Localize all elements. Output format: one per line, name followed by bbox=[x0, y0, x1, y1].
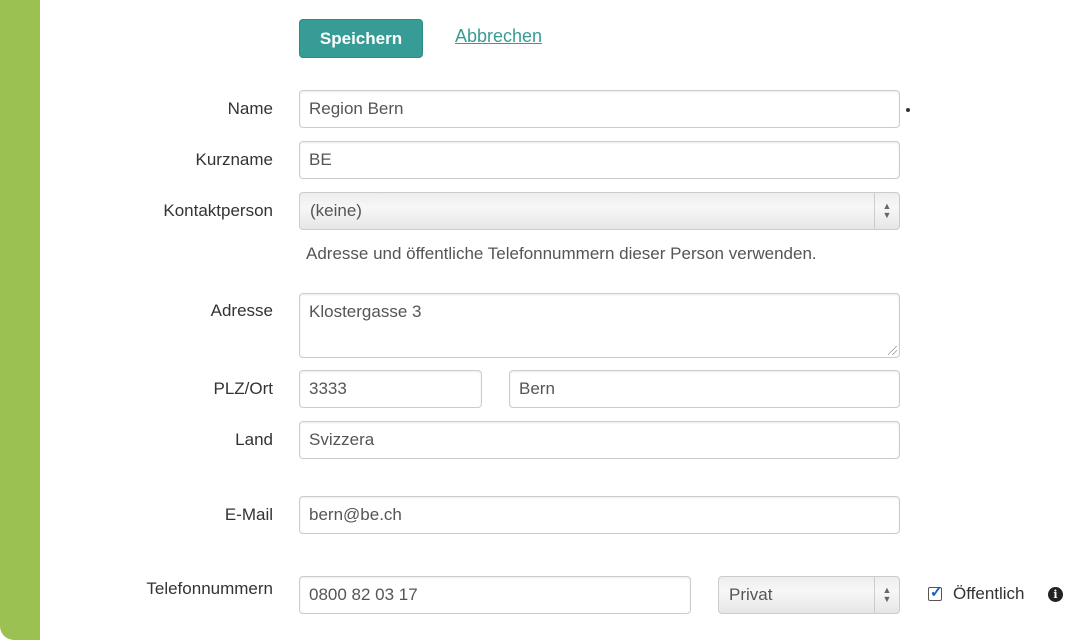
resize-grip-icon[interactable] bbox=[888, 346, 897, 355]
contact-label: Kontaktperson bbox=[163, 201, 273, 220]
phone-type-select[interactable]: Privat ▲ ▼ bbox=[718, 576, 900, 614]
checkmark-icon: ✓ bbox=[930, 584, 943, 601]
public-checkbox[interactable]: ✓ bbox=[928, 584, 943, 601]
cancel-link[interactable]: Abbrechen bbox=[455, 26, 542, 47]
country-input[interactable]: Svizzera bbox=[299, 421, 900, 459]
contact-select[interactable]: (keine) ▲ ▼ bbox=[299, 192, 900, 230]
phone-label: Telefonnummern bbox=[146, 579, 273, 598]
phone-type-value: Privat bbox=[729, 585, 773, 604]
address-textarea[interactable]: Klostergasse 3 bbox=[299, 293, 900, 358]
short-name-input[interactable]: BE bbox=[299, 141, 900, 179]
contact-select-value: (keine) bbox=[310, 201, 362, 220]
short-name-label: Kurzname bbox=[195, 150, 273, 169]
city-input[interactable]: Bern bbox=[509, 370, 900, 408]
country-label: Land bbox=[235, 430, 273, 449]
zip-input[interactable]: 3333 bbox=[299, 370, 482, 408]
address-label: Adresse bbox=[210, 301, 273, 320]
save-button[interactable]: Speichern bbox=[299, 19, 423, 58]
name-input[interactable]: Region Bern bbox=[299, 90, 900, 128]
address-value: Klostergasse 3 bbox=[309, 302, 422, 321]
up-down-arrows-icon: ▲ ▼ bbox=[874, 193, 899, 229]
form-panel: Speichern Abbrechen Name Region Bern Kur… bbox=[0, 0, 1080, 640]
phone-number-input[interactable]: 0800 82 03 17 bbox=[299, 576, 691, 614]
email-label: E-Mail bbox=[224, 505, 273, 524]
up-down-arrows-icon: ▲ ▼ bbox=[874, 577, 899, 613]
info-circle-icon[interactable]: i bbox=[1048, 587, 1063, 602]
zip-city-label: PLZ/Ort bbox=[213, 379, 273, 398]
contact-help-text: Adresse und öffentliche Telefonnummern d… bbox=[306, 244, 817, 263]
public-checkbox-label[interactable]: Öffentlich bbox=[953, 584, 1025, 604]
name-label: Name bbox=[227, 99, 273, 118]
required-marker bbox=[906, 108, 910, 112]
email-input[interactable]: bern@be.ch bbox=[299, 496, 900, 534]
